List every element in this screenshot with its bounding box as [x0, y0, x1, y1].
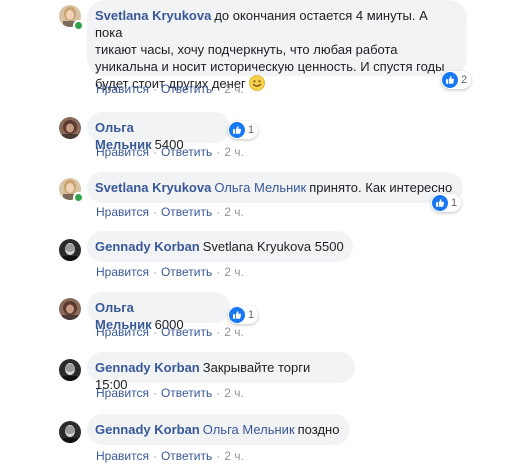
reply-link[interactable]: Ответить	[161, 145, 212, 159]
reply-link[interactable]: Ответить	[161, 386, 212, 400]
comment-text: Svetlana Kryukova 5500	[202, 239, 344, 254]
comment-actions: Нравится · Ответить · 2 ч.	[96, 325, 244, 339]
reaction-count: 2	[461, 74, 468, 86]
comment-timestamp[interactable]: 2 ч.	[224, 325, 244, 339]
like-link[interactable]: Нравится	[96, 265, 149, 279]
separator: ·	[216, 265, 221, 279]
separator: ·	[216, 386, 221, 400]
avatar-olga[interactable]	[59, 117, 81, 139]
reaction-badge[interactable]: 1	[228, 306, 259, 324]
separator: ·	[152, 325, 157, 339]
separator: ·	[216, 205, 221, 219]
comment-bubble: Gennady Korban Svetlana Kryukova 5500	[87, 231, 353, 262]
separator: ·	[152, 386, 157, 400]
avatar-gennady[interactable]	[59, 359, 81, 381]
reaction-badge[interactable]: 1	[431, 194, 462, 212]
comment-mention[interactable]: Ольга Мельник	[214, 180, 306, 195]
comment-text-line: уникальна и носит историческую ценность.…	[95, 59, 445, 74]
reply-link[interactable]: Ответить	[161, 265, 212, 279]
like-link[interactable]: Нравится	[96, 449, 149, 463]
online-status-icon	[73, 20, 84, 31]
like-link[interactable]: Нравится	[96, 82, 149, 96]
like-icon	[432, 195, 448, 211]
comment-bubble: Gennady Korban Закрывайте торги 15:00	[87, 352, 355, 392]
like-link[interactable]: Нравится	[96, 205, 149, 219]
like-icon	[229, 122, 245, 138]
like-icon	[442, 72, 458, 88]
comment-timestamp[interactable]: 2 ч.	[224, 449, 244, 463]
reply-link[interactable]: Ответить	[161, 325, 212, 339]
comment-timestamp[interactable]: 2 ч.	[224, 145, 244, 159]
comment-bubble: Svetlana Kryukova до окончания остается 4…	[87, 0, 467, 91]
avatar-gennady[interactable]	[59, 421, 81, 443]
comment-text: принято. Как интересно	[309, 180, 453, 195]
comment-bubble: Ольга Мельник 5400	[87, 112, 230, 152]
avatar-gennady[interactable]	[59, 239, 81, 261]
comment-author[interactable]: Svetlana Kryukova	[95, 180, 211, 195]
reaction-count: 1	[248, 124, 255, 136]
comment-bubble: Gennady Korban Ольга Мельник поздно	[87, 414, 350, 445]
separator: ·	[152, 205, 157, 219]
comment-text-line: тикают часы, хочу подчеркнуть, что любая…	[95, 42, 398, 57]
separator: ·	[152, 82, 157, 96]
reaction-count: 1	[248, 309, 255, 321]
separator: ·	[152, 449, 157, 463]
separator: ·	[152, 145, 157, 159]
comment-author[interactable]: Gennady Korban	[95, 422, 200, 437]
like-link[interactable]: Нравится	[96, 325, 149, 339]
comment-author[interactable]: Gennady Korban	[95, 360, 200, 375]
comment-text: поздно	[297, 422, 340, 437]
separator: ·	[216, 449, 221, 463]
comment-actions: Нравится · Ответить · 2 ч.	[96, 145, 244, 159]
comment-actions: Нравится · Ответить · 2 ч.	[96, 82, 244, 96]
like-link[interactable]: Нравится	[96, 145, 149, 159]
like-link[interactable]: Нравится	[96, 386, 149, 400]
comment-thread: Svetlana Kryukova до окончания остается 4…	[0, 0, 506, 471]
avatar-olga[interactable]	[59, 298, 81, 320]
online-status-icon	[73, 192, 84, 203]
comment-timestamp[interactable]: 2 ч.	[224, 265, 244, 279]
reply-link[interactable]: Ответить	[161, 449, 212, 463]
smile-emoji-icon	[248, 75, 265, 91]
comment-bubble: Svetlana Kryukova Ольга Мельник принято. К…	[87, 172, 463, 203]
separator: ·	[216, 145, 221, 159]
comment-actions: Нравится · Ответить · 2 ч.	[96, 386, 244, 400]
reply-link[interactable]: Ответить	[161, 82, 212, 96]
comment-author[interactable]: Svetlana Kryukova	[95, 8, 211, 23]
comment-timestamp[interactable]: 2 ч.	[224, 205, 244, 219]
separator: ·	[216, 82, 221, 96]
reply-link[interactable]: Ответить	[161, 205, 212, 219]
separator: ·	[152, 265, 157, 279]
like-icon	[229, 307, 245, 323]
comment-timestamp[interactable]: 2 ч.	[224, 82, 244, 96]
comment-actions: Нравится · Ответить · 2 ч.	[96, 205, 244, 219]
comment-bubble: Ольга Мельник 6000	[87, 292, 230, 332]
comment-timestamp[interactable]: 2 ч.	[224, 386, 244, 400]
reaction-badge[interactable]: 2	[441, 71, 472, 89]
comment-mention[interactable]: Ольга Мельник	[203, 422, 295, 437]
comment-actions: Нравится · Ответить · 2 ч.	[96, 265, 244, 279]
comment-actions: Нравится · Ответить · 2 ч.	[96, 449, 244, 463]
reaction-badge[interactable]: 1	[228, 121, 259, 139]
comment-author[interactable]: Gennady Korban	[95, 239, 200, 254]
reaction-count: 1	[451, 197, 458, 209]
separator: ·	[216, 325, 221, 339]
